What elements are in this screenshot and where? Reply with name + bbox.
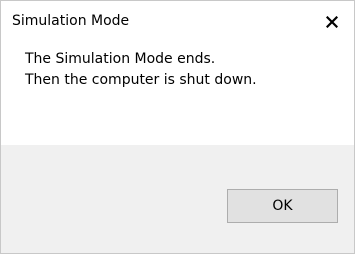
dialog-footer: OK: [1, 145, 354, 253]
message-line-1: The Simulation Mode ends.: [25, 51, 216, 67]
dialog-title: Simulation Mode: [12, 13, 130, 29]
close-icon: [326, 16, 338, 28]
title-bar: Simulation Mode: [1, 1, 354, 42]
close-button[interactable]: [318, 11, 346, 33]
message-line-2: Then the computer is shut down.: [25, 72, 257, 88]
ok-button[interactable]: OK: [227, 189, 338, 223]
message-dialog: Simulation Mode The Simulation Mode ends…: [0, 0, 355, 254]
